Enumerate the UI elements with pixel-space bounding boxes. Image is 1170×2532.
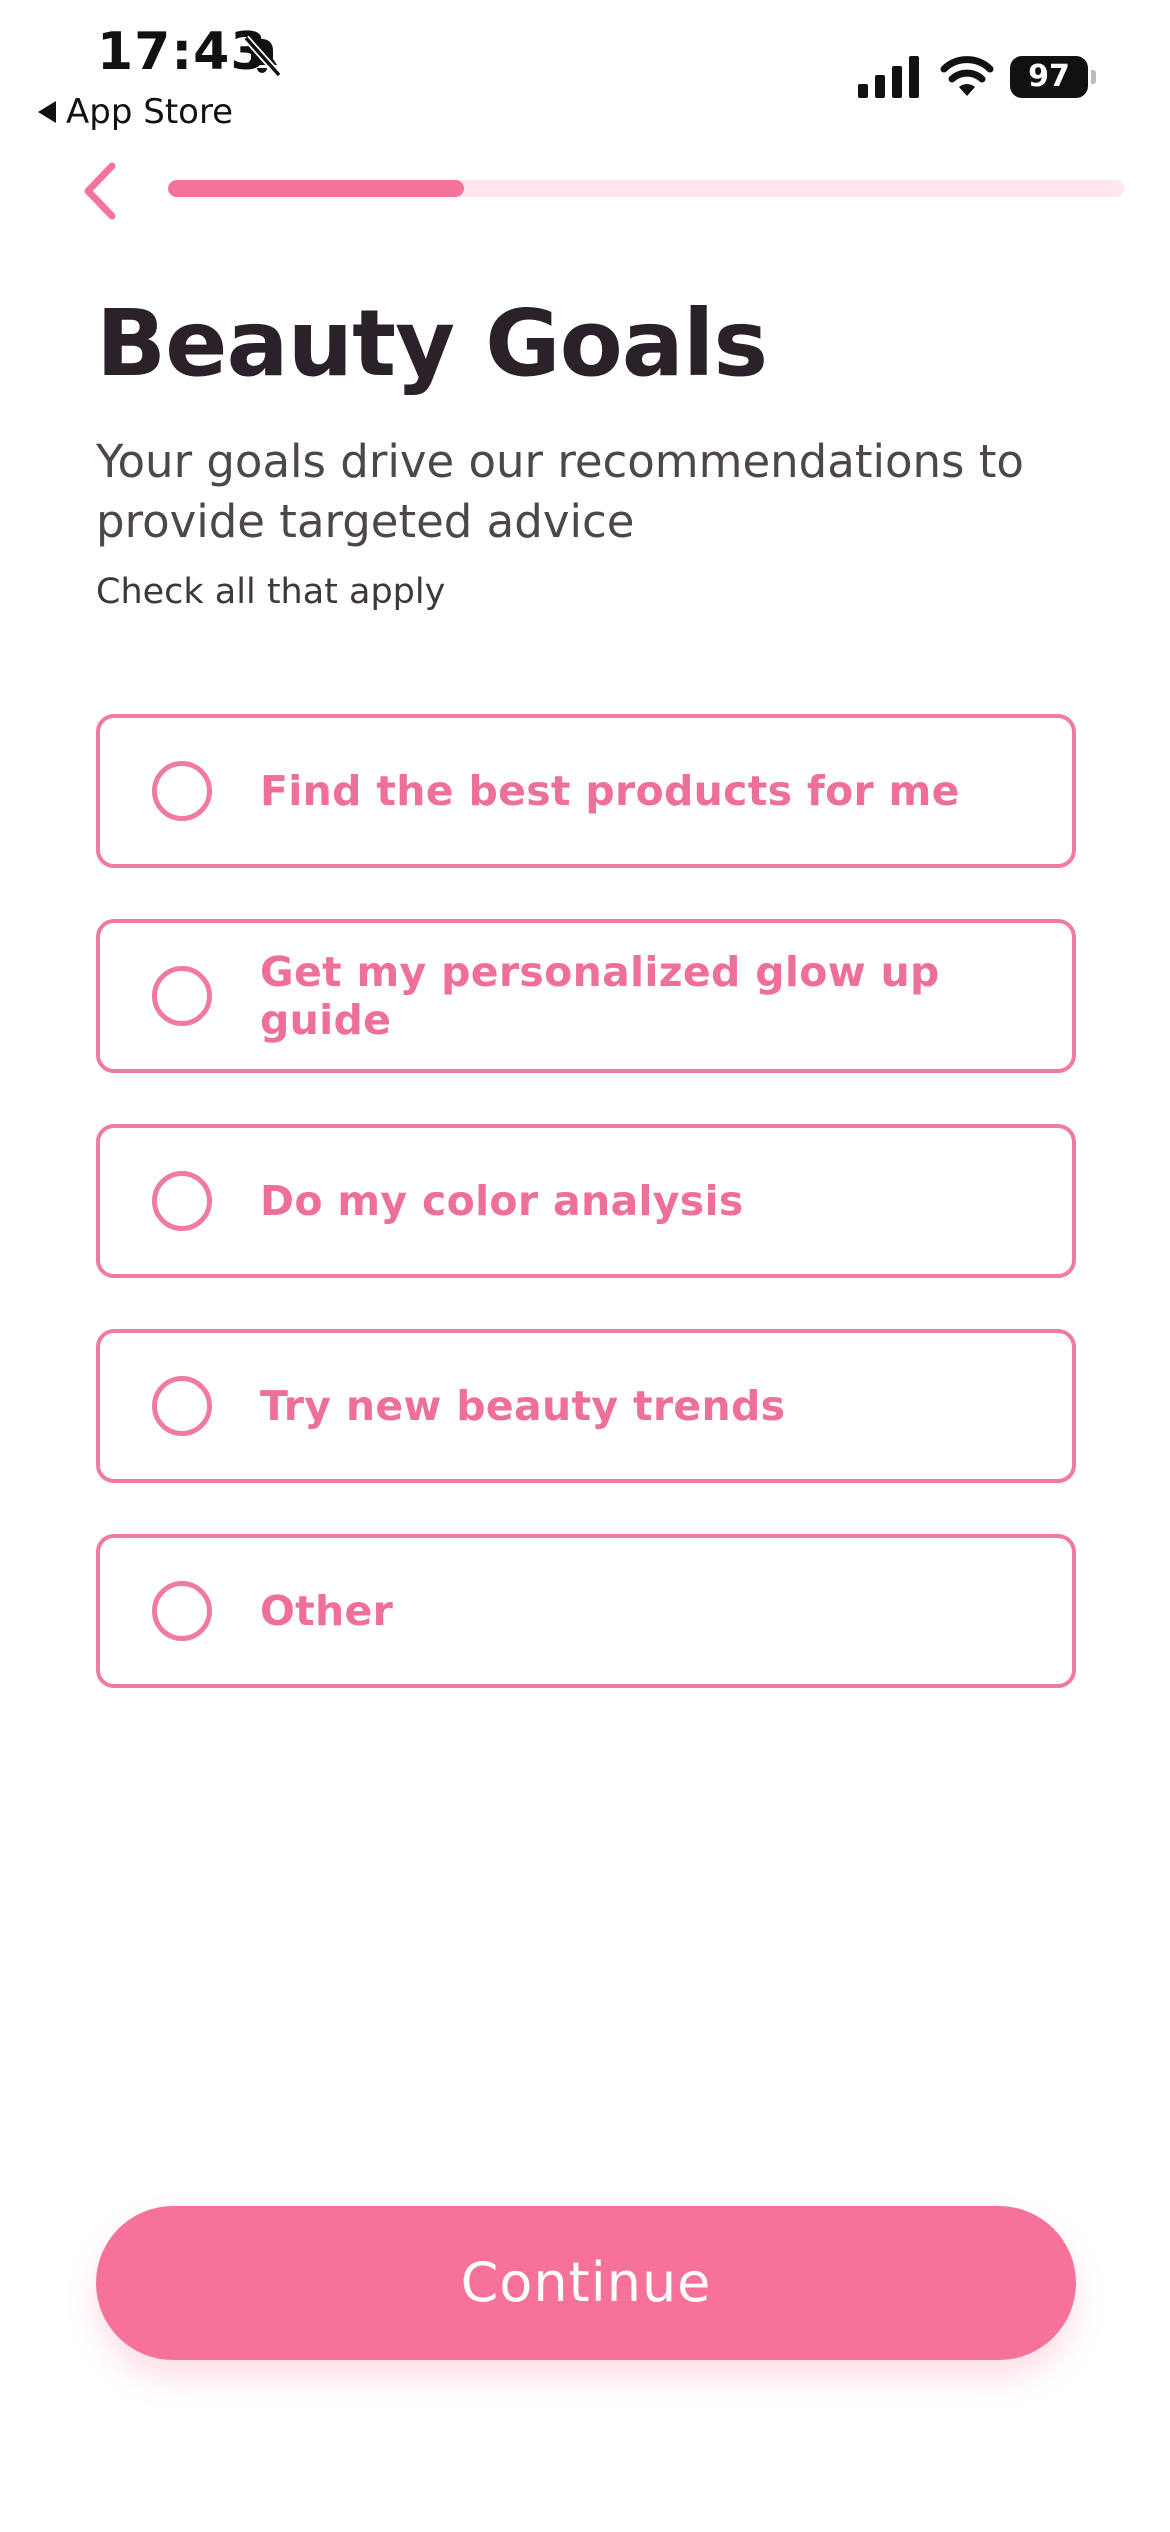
battery-indicator: 97	[1010, 56, 1088, 98]
back-chevron-icon[interactable]	[78, 160, 122, 222]
onboarding-progress-bar	[168, 180, 1124, 197]
radio-circle-icon[interactable]	[152, 1376, 212, 1436]
progress-fill	[168, 180, 465, 197]
continue-button[interactable]: Continue	[96, 2206, 1076, 2360]
wifi-icon	[940, 56, 994, 96]
radio-circle-icon[interactable]	[152, 1171, 212, 1231]
back-app-label: App Store	[66, 92, 234, 132]
bell-muted-icon	[243, 35, 282, 78]
goal-option[interactable]: Try new beauty trends	[96, 1329, 1076, 1483]
goal-option[interactable]: Get my personalized glow up guide	[96, 919, 1076, 1073]
page-title: Beauty Goals	[96, 290, 768, 397]
goal-option-label: Other	[260, 1587, 394, 1635]
radio-circle-icon[interactable]	[152, 966, 212, 1026]
goals-option-list: Find the best products for me Get my per…	[96, 714, 1076, 1739]
battery-nub	[1091, 70, 1096, 84]
radio-circle-icon[interactable]	[152, 761, 212, 821]
goal-option[interactable]: Other	[96, 1534, 1076, 1688]
goal-option[interactable]: Do my color analysis	[96, 1124, 1076, 1278]
goal-option-label: Get my personalized glow up guide	[260, 948, 940, 1044]
goal-option-label: Find the best products for me	[260, 767, 960, 815]
page-subtitle: Your goals drive our recommendations to …	[96, 435, 1024, 548]
cellular-signal-icon	[858, 56, 919, 98]
back-to-app-store[interactable]: App Store	[38, 92, 233, 132]
goal-option-label: Do my color analysis	[260, 1177, 744, 1225]
radio-circle-icon[interactable]	[152, 1581, 212, 1641]
back-triangle-icon	[38, 101, 56, 123]
goal-option[interactable]: Find the best products for me	[96, 714, 1076, 868]
instruction-text: Check all that apply	[96, 572, 446, 612]
goal-option-label: Try new beauty trends	[260, 1382, 786, 1430]
